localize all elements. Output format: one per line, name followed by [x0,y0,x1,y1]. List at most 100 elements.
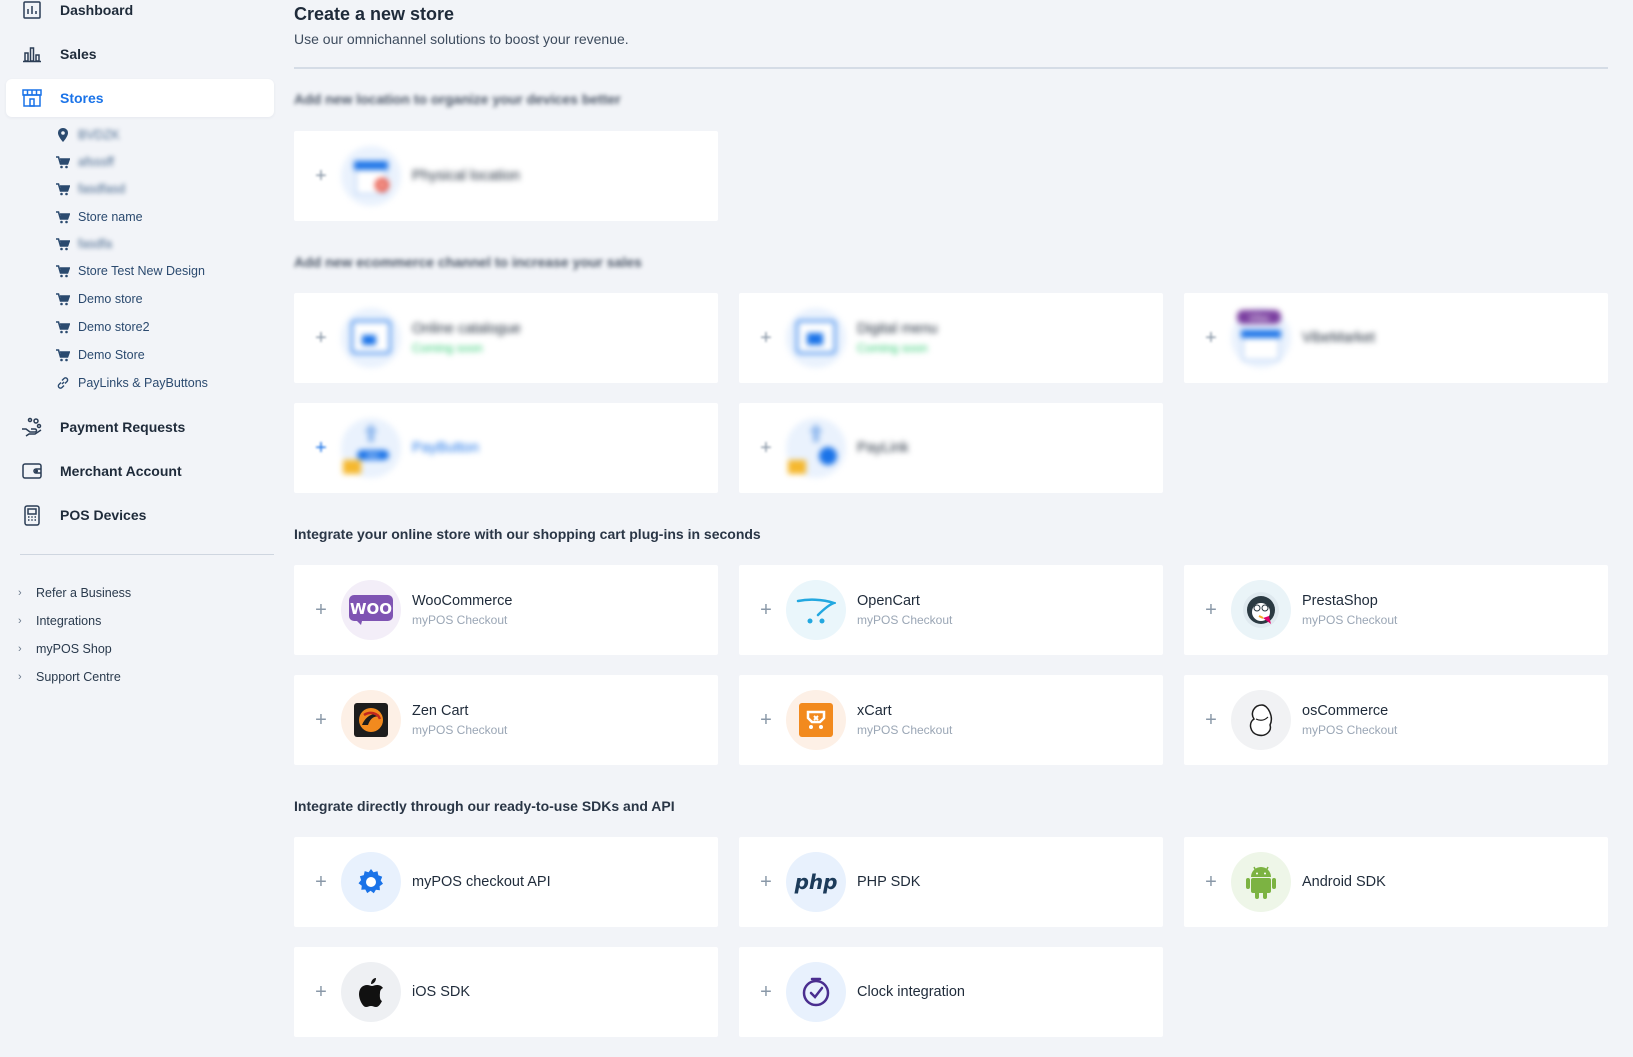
link-label: myPOS Shop [36,642,112,656]
store-list-item[interactable]: afsssff [56,151,114,173]
store-list-item[interactable]: fasdfasd [56,178,125,200]
paybutton-icon: PAY [341,418,401,478]
card-text: myPOS checkout API [412,874,551,890]
sidebar-item-sales[interactable]: Sales [6,35,274,73]
cart-icon [56,182,70,196]
opencart-logo-icon [786,580,846,640]
card-text: osCommerce myPOS Checkout [1302,703,1397,737]
store-list-item[interactable]: Demo Store [56,344,145,366]
card-text: PayButton [412,440,479,456]
card-paybutton[interactable]: + PAY PayButton [294,403,718,493]
android-icon [1231,852,1291,912]
payment-request-icon [20,415,44,439]
card-title: Digital menu [857,321,938,337]
card-title: VibeMarket [1302,330,1376,346]
sidebar-item-merchant-account[interactable]: Merchant Account [6,452,274,490]
plus-icon: + [315,165,327,187]
card-note: myPOS Checkout [857,613,953,627]
plus-icon: + [760,981,772,1003]
cart-icon [56,292,70,306]
store-label: Demo store2 [78,320,150,334]
plus-icon: + [315,437,327,459]
section-heading: Add new ecommerce channel to increase yo… [294,254,642,270]
store-list-item[interactable]: Demo store2 [56,316,150,338]
card-woocommerce[interactable]: + WOO WooCommerce myPOS Checkout [294,565,718,655]
link-integrations[interactable]: › Integrations [18,611,101,631]
card-vibemarket[interactable]: + Vibe VibeMarket [1184,293,1608,383]
card-opencart[interactable]: + OpenCart myPOS Checkout [739,565,1163,655]
link-label: Support Centre [36,670,121,684]
store-list-item[interactable]: BVDZK [56,124,120,146]
store-list-item[interactable]: fasdfa [56,233,112,255]
vibe-badge-text: Vibe [1249,314,1269,324]
store-label: Store Test New Design [78,264,205,278]
cart-icon [56,210,70,224]
card-note: myPOS Checkout [412,613,508,627]
sidebar-item-dashboard[interactable]: Dashboard [6,0,274,29]
store-label: PayLinks & PayButtons [78,376,208,390]
plus-icon: + [315,871,327,893]
digital-menu-icon [786,308,846,368]
sidebar-item-pos-devices[interactable]: POS Devices [6,496,274,534]
card-mypos-checkout-api[interactable]: + myPOS checkout API [294,837,718,927]
card-title: Android SDK [1302,874,1386,890]
card-title: myPOS checkout API [412,874,551,890]
location-pin-icon [56,128,70,142]
card-zen-cart[interactable]: + Zen Cart myPOS Checkout [294,675,718,765]
plus-icon: + [1205,709,1217,731]
pos-device-icon [20,503,44,527]
card-prestashop[interactable]: + PrestaShop myPOS Checkout [1184,565,1608,655]
catalogue-icon [341,308,401,368]
card-digital-menu[interactable]: + Digital menu Coming soon [739,293,1163,383]
card-oscommerce[interactable]: + osCommerce myPOS Checkout [1184,675,1608,765]
link-label: Integrations [36,614,102,628]
card-title: iOS SDK [412,984,471,1000]
card-php-sdk[interactable]: + php PHP SDK [739,837,1163,927]
card-title: Online catalogue [412,321,521,337]
store-list-item[interactable]: Demo store [56,288,143,310]
plus-icon: + [315,981,327,1003]
woo-logo-text: WOO [350,600,392,618]
card-text: xCart myPOS Checkout [857,703,952,737]
link-label: Refer a Business [36,586,132,600]
store-list-item-paylinks[interactable]: PayLinks & PayButtons [56,372,208,394]
paybutton-text: PAY [367,452,380,460]
plus-icon: + [1205,871,1217,893]
card-note: myPOS Checkout [412,723,508,737]
store-list-item[interactable]: Store Test New Design [56,260,205,282]
link-support-centre[interactable]: › Support Centre [18,667,121,687]
card-android-sdk[interactable]: + Android SDK [1184,837,1608,927]
plus-icon: + [315,599,327,621]
card-clock-integration[interactable]: + Clock integration [739,947,1163,1037]
card-text: Physical location [412,168,520,184]
card-title: PayLink [857,440,909,456]
card-note: Coming soon [412,341,483,355]
link-mypos-shop[interactable]: › myPOS Shop [18,639,112,659]
sidebar-item-stores[interactable]: Stores [6,79,274,117]
card-note: myPOS Checkout [1302,723,1398,737]
link-refer-a-business[interactable]: › Refer a Business [18,583,131,603]
php-logo-text: php [794,870,838,894]
wallet-icon [20,459,44,483]
plus-icon: + [760,437,772,459]
card-text: WooCommerce myPOS Checkout [412,593,512,627]
cart-icon [56,237,70,251]
card-text: Zen Cart myPOS Checkout [412,703,507,737]
cart-icon [56,348,70,362]
sidebar-item-label: POS Devices [60,507,147,523]
card-title: Clock integration [857,984,965,1000]
card-title: Physical location [412,168,520,184]
sidebar-item-payment-requests[interactable]: Payment Requests [6,408,274,446]
card-paylink[interactable]: + PayLink [739,403,1163,493]
card-ios-sdk[interactable]: + iOS SDK [294,947,718,1037]
card-online-catalogue[interactable]: + Online catalogue Coming soon [294,293,718,383]
vibemarket-icon: Vibe [1231,308,1291,368]
card-xcart[interactable]: + xCart myPOS Checkout [739,675,1163,765]
sidebar-item-label: Payment Requests [60,419,186,435]
oscommerce-logo-icon [1231,690,1291,750]
store-list-item[interactable]: Store name [56,206,143,228]
card-title: PHP SDK [857,874,921,890]
store-label: Demo store [78,292,143,306]
section-heading: Add new location to organize your device… [294,91,621,107]
card-physical-location[interactable]: + Physical location [294,131,718,221]
